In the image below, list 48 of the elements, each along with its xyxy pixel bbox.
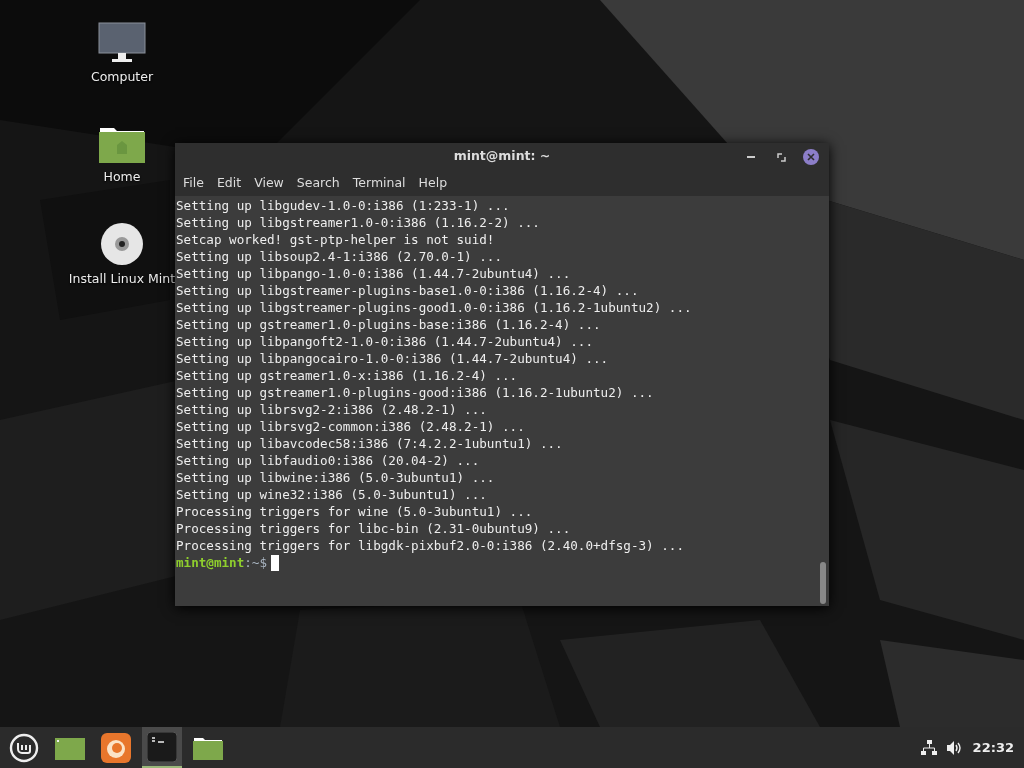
folder-icon — [193, 735, 223, 760]
browser-icon — [101, 732, 131, 763]
output-line: Setcap worked! gst-ptp-helper is not suid! — [176, 231, 495, 248]
network-icon[interactable] — [920, 739, 937, 756]
menu-item[interactable]: File — [177, 171, 210, 195]
output-line: Processing triggers for libc-bin (2.31-0ubuntu9) ... — [176, 520, 571, 537]
output-line: Setting up gstreamer1.0-plugins-base:i386 (1.16.2-4) ... — [176, 316, 601, 333]
scrollbar[interactable] — [820, 562, 826, 604]
terminal-icon — [147, 731, 177, 762]
output-line: Setting up libgstreamer-plugins-base1.0-0:i386 (1.16.2-4) ... — [176, 282, 639, 299]
window-title: mint@mint: ~ — [453, 147, 551, 166]
clock[interactable]: 22:32 — [972, 737, 1014, 758]
output-line: Setting up libgstreamer1.0-0:i386 (1.16.2-2) ... — [176, 214, 540, 231]
output-line: Processing triggers for wine (5.0-3ubuntu1) ... — [176, 503, 533, 520]
output-line: Processing triggers for libgdk-pixbuf2.0-0:i386 (2.40.0+dfsg-3) ... — [176, 537, 684, 554]
icon-label: Install Linux Mint — [68, 270, 176, 288]
menu-item[interactable]: Help — [412, 171, 454, 195]
output-line: Setting up libavcodec58:i386 (7:4.2.2-1ubuntu1) ... — [176, 435, 563, 452]
output-line: Setting up libsoup2.4-1:i386 (2.70.0-1) ... — [176, 248, 503, 265]
command-prompt: mint@mint:~$ — [176, 554, 267, 571]
output-line: Setting up libgstreamer-plugins-good1.0-0:i386 (1.16.2-1ubuntu2) ... — [176, 299, 692, 316]
menu-item[interactable]: Terminal — [346, 171, 412, 195]
output-line: Setting up libwine:i386 (5.0-3ubuntu1) ... — [176, 469, 495, 486]
computer-icon[interactable] — [98, 22, 146, 64]
output-line: Setting up librsvg2-common:i386 (2.48.2-1) ... — [176, 418, 525, 435]
icon-label: Home — [103, 168, 141, 186]
output-line: Setting up librsvg2-2:i386 (2.48.2-1) ... — [176, 401, 487, 418]
close-button[interactable] — [801, 147, 821, 167]
output-line: Setting up libgudev-1.0-0:i386 (1:233-1) ... — [176, 197, 510, 214]
volume-icon[interactable] — [946, 740, 963, 755]
output-line: Setting up libpango-1.0-0:i386 (1.44.7-2ubuntu4) ... — [176, 265, 571, 282]
disc-icon[interactable] — [100, 222, 144, 266]
menu-item[interactable]: Search — [290, 171, 346, 195]
minimize-icon — [747, 155, 755, 159]
output-line: Setting up libpangoft2-1.0-0:i386 (1.44.7-2ubuntu4) ... — [176, 333, 593, 350]
output-line: Setting up libpangocairo-1.0-0:i386 (1.44.7-2ubuntu4) ... — [176, 350, 609, 367]
output-line: Setting up wine32:i386 (5.0-3ubuntu1) ... — [176, 486, 487, 503]
output-line: Setting up libfaudio0:i386 (20.04-2) ... — [176, 452, 480, 469]
menu-item[interactable]: View — [248, 171, 290, 195]
taskbar-button[interactable] — [142, 727, 182, 768]
output-line: Setting up gstreamer1.0-x:i386 (1.16.2-4) ... — [176, 367, 518, 384]
menu-icon — [9, 732, 39, 763]
text-cursor — [271, 554, 279, 571]
desktop-icon — [55, 735, 85, 760]
maximize-icon — [776, 152, 786, 162]
output-line: Setting up gstreamer1.0-plugins-good:i386 (1.16.2-1ubuntu2) ... — [176, 384, 654, 401]
icon-label: Computer — [90, 68, 154, 86]
menu-item[interactable]: Edit — [210, 171, 248, 195]
